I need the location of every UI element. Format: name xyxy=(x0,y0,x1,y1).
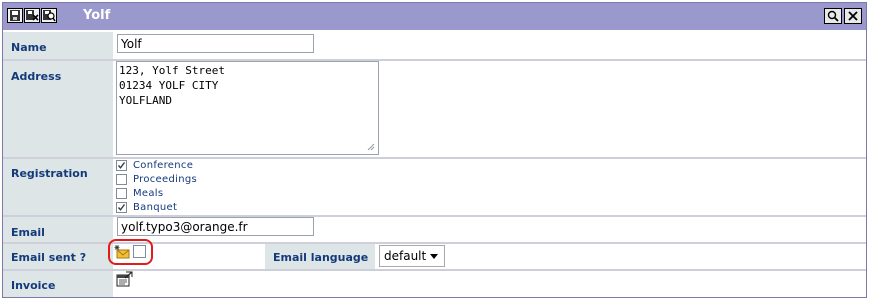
registration-field-cell xyxy=(116,159,866,215)
checkbox-label: Conference xyxy=(133,160,194,171)
registration-label: Registration xyxy=(11,167,88,180)
highlight-annotation xyxy=(108,239,153,265)
registration-option-proceedings[interactable]: Proceedings xyxy=(116,173,197,186)
save-and-preview-icon[interactable] xyxy=(41,8,57,23)
email-label: Email xyxy=(11,226,45,239)
name-input[interactable] xyxy=(117,34,314,53)
save-and-close-icon[interactable] xyxy=(24,8,40,23)
email-language-label: Email language xyxy=(273,251,369,264)
close-icon[interactable] xyxy=(844,8,862,24)
email-input[interactable] xyxy=(117,217,314,236)
name-label-cell: Name xyxy=(3,32,113,59)
address-textarea[interactable]: 123, Yolf Street 01234 YOLF CITY YOLFLAN… xyxy=(116,61,379,155)
email-sent-label: Email sent ? xyxy=(11,251,87,264)
address-label-cell: Address xyxy=(3,61,113,157)
address-label: Address xyxy=(11,70,62,83)
record-edit-panel: Yolf Name Address 123, Yolf Street 01234… xyxy=(2,2,867,298)
email-sent-field-cell xyxy=(116,244,866,269)
email-sent-label-cell: Email sent ? xyxy=(3,244,113,269)
registration-label-cell: Registration xyxy=(3,159,113,215)
invoice-label: Invoice xyxy=(11,279,56,292)
registration-option-meals[interactable]: Meals xyxy=(116,187,163,200)
name-label: Name xyxy=(11,41,47,54)
save-icon[interactable] xyxy=(7,8,23,23)
email-language-label-cell: Email language xyxy=(265,244,375,269)
registration-option-conference[interactable]: Conference xyxy=(116,159,193,172)
chevron-down-icon xyxy=(430,254,438,259)
checkbox[interactable] xyxy=(116,160,127,171)
email-language-select[interactable]: default xyxy=(379,245,445,267)
zoom-icon[interactable] xyxy=(824,8,842,24)
checkbox[interactable] xyxy=(116,202,127,213)
registration-option-banquet[interactable]: Banquet xyxy=(116,201,177,214)
checkmark-icon xyxy=(117,162,126,169)
invoice-label-cell: Invoice xyxy=(3,271,113,297)
title-bar: Yolf xyxy=(3,3,866,30)
checkbox-label: Proceedings xyxy=(133,174,197,185)
invoice-edit-icon[interactable] xyxy=(116,271,134,287)
invoice-field-cell xyxy=(116,271,866,297)
resize-grip-icon[interactable] xyxy=(367,143,375,151)
checkmark-icon xyxy=(117,204,126,211)
checkbox[interactable] xyxy=(116,188,127,199)
checkbox[interactable] xyxy=(116,174,127,185)
checkbox-label: Meals xyxy=(133,188,164,199)
toolbar-left xyxy=(7,8,57,23)
window-title: Yolf xyxy=(83,8,111,23)
checkbox-label: Banquet xyxy=(133,202,178,213)
email-label-cell: Email xyxy=(3,217,113,242)
email-language-value: default xyxy=(384,249,427,263)
toolbar-right xyxy=(824,8,862,24)
